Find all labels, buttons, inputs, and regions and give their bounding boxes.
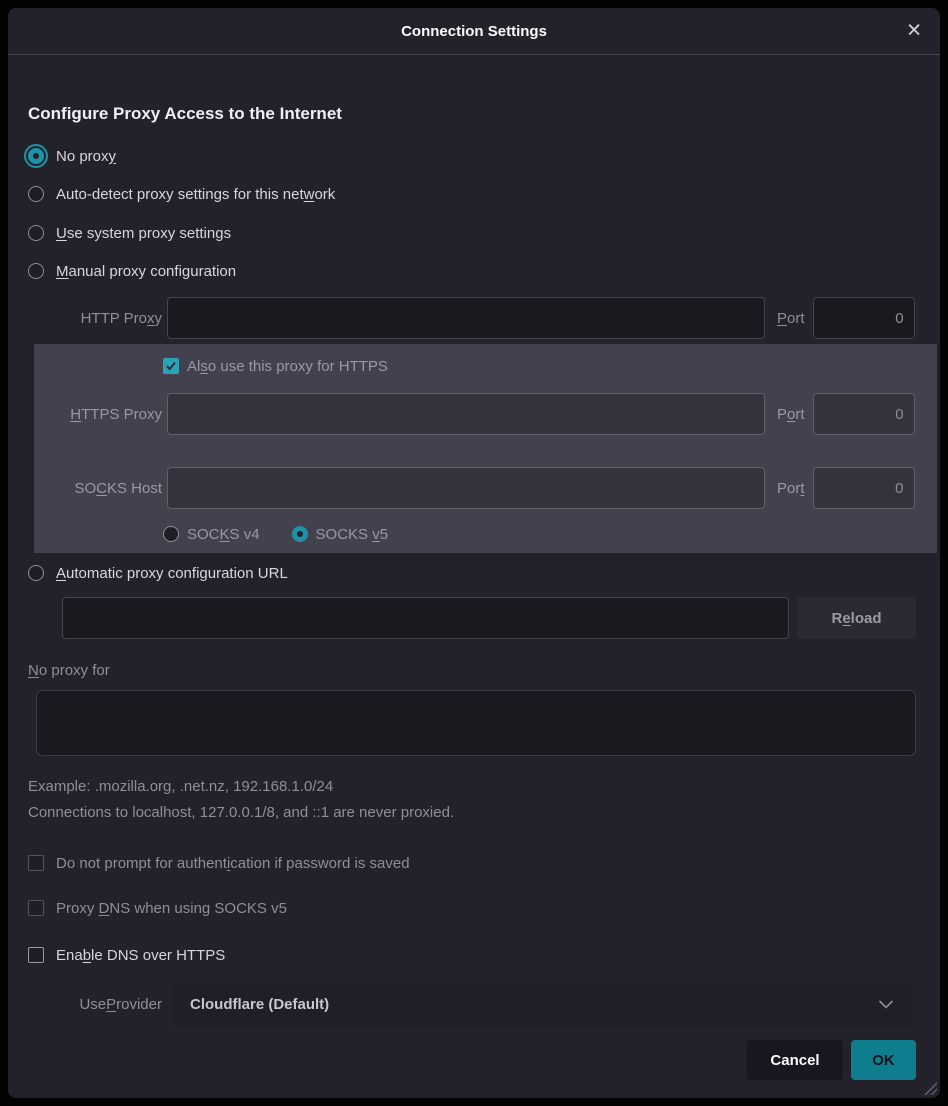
ok-button[interactable]: OK (851, 1040, 916, 1080)
radio-label: Use system proxy settings (56, 225, 231, 242)
radio-label: SOCKS v5 (316, 526, 389, 543)
http-proxy-row: HTTP Proxy Port (8, 297, 916, 339)
close-icon[interactable]: ✕ (906, 22, 922, 41)
radio-socks-v5[interactable] (292, 526, 308, 542)
https-proxy-row: HTTPS Proxy Port (34, 393, 915, 435)
checkbox-also-https[interactable]: Also use this proxy for HTTPS (163, 354, 388, 378)
never-proxied-note: Connections to localhost, 127.0.0.1/8, a… (28, 801, 454, 825)
cancel-button[interactable]: Cancel (747, 1040, 843, 1080)
checkbox-icon[interactable] (163, 358, 179, 374)
radio-use-system[interactable]: Use system proxy settings (28, 220, 231, 246)
radio-label: Manual proxy configuration (56, 263, 236, 280)
https-port-label: Port (777, 406, 805, 423)
radio-button-icon[interactable] (28, 565, 44, 581)
checkbox-label: Proxy DNS when using SOCKS v5 (56, 900, 287, 917)
radio-auto-detect[interactable]: Auto-detect proxy settings for this netw… (28, 181, 335, 207)
http-proxy-label: HTTP Proxy (8, 310, 162, 327)
socks-version-row: SOCKS v4 SOCKS v5 (163, 522, 388, 546)
radio-button-icon[interactable] (28, 186, 44, 202)
https-port-input[interactable] (813, 393, 915, 435)
provider-label: Use Provider (8, 983, 162, 1026)
radio-no-proxy[interactable]: No proxy (28, 143, 116, 169)
radio-label: SOCKS v4 (187, 526, 260, 543)
radio-label: No proxy (56, 148, 116, 165)
resize-grip[interactable] (922, 1080, 937, 1095)
http-proxy-input[interactable] (167, 297, 765, 339)
radio-button-icon[interactable] (28, 263, 44, 279)
checkbox-label: Also use this proxy for HTTPS (187, 358, 388, 375)
radio-socks-v4[interactable] (163, 526, 179, 542)
provider-value: Cloudflare (Default) (190, 996, 329, 1013)
page-title: Configure Proxy Access to the Internet (28, 104, 342, 124)
dialog-titlebar: Connection Settings ✕ (8, 8, 940, 55)
chevron-down-icon (878, 1000, 894, 1009)
checkbox-label: Do not prompt for authentication if pass… (56, 855, 410, 872)
checkbox-icon[interactable] (28, 855, 44, 871)
socks-port-label: Port (777, 480, 805, 497)
no-proxy-for-label: No proxy for (28, 659, 110, 683)
socks-host-input[interactable] (167, 467, 765, 509)
screen: Connection Settings ✕ Configure Proxy Ac… (0, 0, 948, 1106)
socks-host-label: SOCKS Host (34, 480, 162, 497)
radio-label: Automatic proxy configuration URL (56, 565, 288, 582)
checkbox-no-prompt-auth[interactable]: Do not prompt for authentication if pass… (28, 851, 410, 875)
http-port-input[interactable] (813, 297, 915, 339)
provider-select[interactable]: Cloudflare (Default) (172, 983, 912, 1026)
example-text: Example: .mozilla.org, .net.nz, 192.168.… (28, 775, 333, 799)
https-proxy-input[interactable] (167, 393, 765, 435)
dialog-title: Connection Settings (401, 23, 547, 40)
checkbox-icon[interactable] (28, 900, 44, 916)
checkbox-enable-doh[interactable]: Enable DNS over HTTPS (28, 943, 225, 967)
checkbox-icon[interactable] (28, 947, 44, 963)
reload-button[interactable]: Reload (797, 597, 916, 639)
radio-button-icon[interactable] (28, 148, 44, 164)
manual-proxy-panel: Also use this proxy for HTTPS HTTPS Prox… (34, 344, 937, 553)
socks-host-row: SOCKS Host Port (34, 467, 915, 509)
no-proxy-for-textarea[interactable] (36, 690, 916, 756)
http-port-label: Port (777, 310, 805, 327)
socks-port-input[interactable] (813, 467, 915, 509)
auto-config-url-input[interactable] (62, 597, 789, 639)
https-proxy-label: HTTPS Proxy (34, 406, 162, 423)
checkbox-label: Enable DNS over HTTPS (56, 947, 225, 964)
radio-auto-url[interactable]: Automatic proxy configuration URL (28, 560, 288, 586)
checkbox-proxy-dns[interactable]: Proxy DNS when using SOCKS v5 (28, 896, 287, 920)
radio-button-icon[interactable] (28, 225, 44, 241)
checkmark-icon (165, 360, 177, 372)
connection-settings-dialog: Connection Settings ✕ Configure Proxy Ac… (8, 8, 940, 1098)
radio-manual[interactable]: Manual proxy configuration (28, 258, 236, 284)
radio-label: Auto-detect proxy settings for this netw… (56, 186, 335, 203)
